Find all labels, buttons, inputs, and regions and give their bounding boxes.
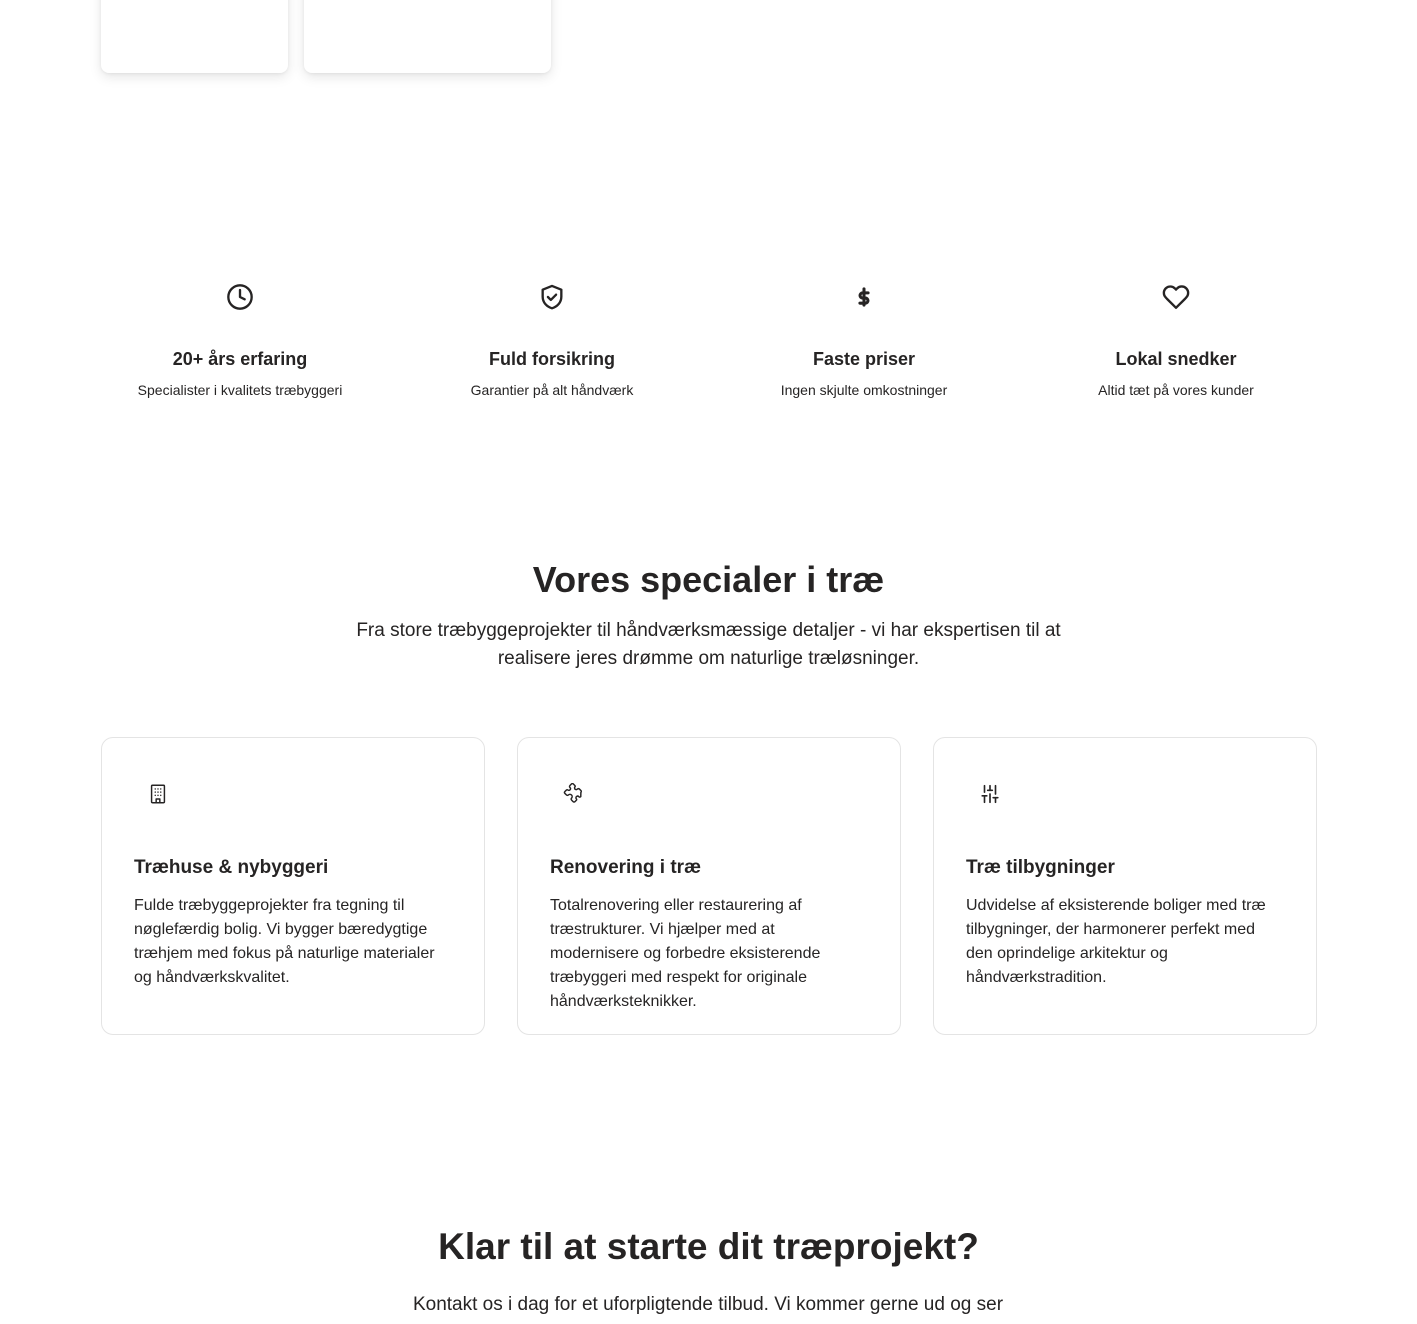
top-card-2 — [304, 0, 551, 73]
section-title: Vores specialer i træ — [532, 559, 885, 600]
feature-title: Fuld forsikring — [489, 349, 615, 369]
cta-title: Klar til at starte dit træprojekt? — [438, 1226, 979, 1267]
feature-local: Lokal snedker Altid tæt på vores kunder — [1020, 280, 1332, 400]
card-text: Totalrenovering eller restaurering af tr… — [550, 897, 821, 1010]
card-title: Træhuse & nybyggeri — [134, 857, 329, 878]
heart-icon — [1020, 280, 1332, 314]
card-title: Træ tilbygninger — [966, 857, 1115, 878]
clock-icon — [84, 280, 396, 314]
puzzle-icon — [550, 782, 598, 806]
building-icon — [134, 782, 182, 806]
card-renovation: Renovering i træ Totalrenovering eller r… — [517, 737, 901, 1035]
feature-insurance: Fuld forsikring Garantier på alt håndvær… — [396, 280, 708, 400]
card-extensions: Træ tilbygninger Udvidelse af eksisteren… — [933, 737, 1317, 1035]
shield-check-icon — [396, 280, 708, 314]
feature-title: Lokal snedker — [1115, 349, 1237, 369]
card-text: Fulde træbyggeprojekter fra tegning til … — [134, 897, 435, 986]
sliders-icon — [966, 782, 1014, 806]
top-card-1 — [101, 0, 288, 73]
section-intro: Fra store træbyggeprojekter til håndværk… — [356, 620, 1061, 669]
dollar-icon — [708, 280, 1020, 314]
feature-experience: 20+ års erfaring Specialister i kvalitet… — [84, 280, 396, 400]
features-row: 20+ års erfaring Specialister i kvalitet… — [84, 280, 1332, 400]
cta-text: Kontakt os i dag for et uforpligtende ti… — [412, 1294, 1004, 1315]
feature-text: Altid tæt på vores kunder — [1098, 382, 1254, 398]
feature-text: Specialister i kvalitets træbyggeri — [137, 382, 343, 398]
feature-title: Faste priser — [812, 349, 916, 369]
specials-cards: Træhuse & nybyggeri Fulde træbyggeprojek… — [101, 737, 1317, 1035]
card-title: Renovering i træ — [550, 857, 701, 878]
card-text: Udvidelse af eksisterende boliger med tr… — [966, 897, 1266, 986]
card-houses: Træhuse & nybyggeri Fulde træbyggeprojek… — [101, 737, 485, 1035]
feature-text: Garantier på alt håndværk — [470, 382, 634, 398]
feature-title: 20+ års erfaring — [172, 349, 308, 369]
feature-prices: Faste priser Ingen skjulte omkostninger — [708, 280, 1020, 400]
feature-text: Ingen skjulte omkostninger — [780, 382, 948, 398]
